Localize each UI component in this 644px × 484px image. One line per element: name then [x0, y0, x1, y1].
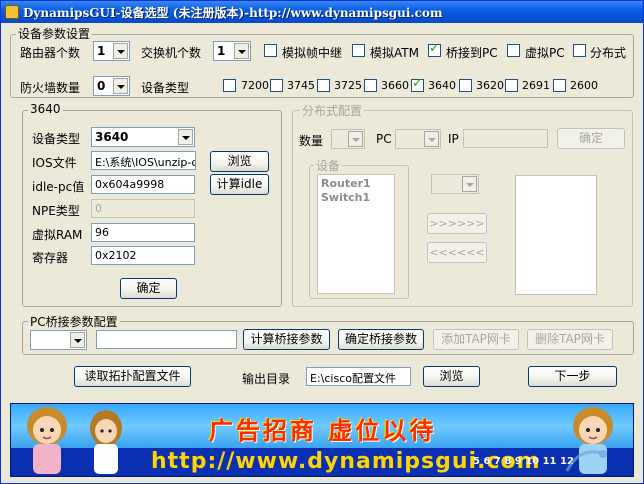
ram-label: 虚拟RAM — [32, 228, 83, 242]
output-dir-label: 输出目录 — [242, 372, 291, 386]
distributed-confirm-button[interactable]: 确定 — [557, 128, 625, 149]
firewall-count-label: 防火墙数量 — [20, 81, 81, 95]
type-2600-label: 2600 — [570, 79, 598, 92]
main-window: DynamipsGUI-设备选型 (未注册版本)-http://www.dyna… — [0, 0, 644, 484]
npe-type-input[interactable]: 0 — [91, 199, 195, 218]
type-3660-label: 3660 — [381, 79, 409, 92]
chevron-down-icon[interactable] — [424, 131, 439, 147]
bridge-title: PC桥接参数配置 — [28, 313, 120, 330]
calc-idle-button[interactable]: 计算idle — [210, 174, 269, 195]
frame-relay-label: 模拟帧中继 — [282, 46, 343, 60]
register-label: 寄存器 — [32, 251, 69, 265]
frame-relay-checkbox[interactable] — [264, 44, 277, 57]
output-dir-input[interactable]: E:\cisco配置文件 — [306, 367, 411, 386]
npe-type-label: NPE类型 — [32, 204, 80, 218]
window-title: DynamipsGUI-设备选型 (未注册版本)-http://www.dyna… — [23, 6, 443, 20]
devices-list[interactable]: Router1 Switch1 — [317, 174, 395, 294]
ad-banner[interactable]: 广告招商 虚位以待 http://www.dynamipsgui.com 5 6… — [10, 403, 634, 477]
add-tap-button[interactable]: 添加TAP网卡 — [433, 329, 519, 350]
type-3660-checkbox[interactable] — [364, 79, 377, 92]
calc-bridge-button[interactable]: 计算桥接参数 — [243, 329, 330, 350]
type-3725-checkbox[interactable] — [317, 79, 330, 92]
distributed-title: 分布式配置 — [300, 102, 365, 119]
virtual-pc-checkbox[interactable] — [507, 44, 520, 57]
ios-browse-button[interactable]: 浏览 — [210, 151, 269, 172]
virtual-pc-label: 虚拟PC — [525, 46, 565, 60]
chevron-down-icon[interactable] — [234, 43, 249, 59]
model-panel-title: 3640 — [28, 102, 63, 116]
type-7200-label: 7200 — [241, 79, 269, 92]
distributed-target-select[interactable] — [431, 174, 479, 194]
type-3725-label: 3725 — [334, 79, 362, 92]
chevron-down-icon[interactable] — [348, 131, 363, 147]
move-right-button[interactable]: >>>>>> — [427, 213, 487, 234]
list-item[interactable]: Switch1 — [318, 191, 394, 205]
atm-label: 模拟ATM — [370, 46, 419, 60]
ios-file-label: IOS文件 — [32, 156, 77, 170]
model-confirm-button[interactable]: 确定 — [120, 278, 177, 299]
bridge-adapter-select[interactable] — [30, 330, 87, 350]
router-count-select[interactable]: 1 — [93, 41, 130, 61]
type-2600-checkbox[interactable] — [553, 79, 566, 92]
type-3745-checkbox[interactable] — [270, 79, 283, 92]
chevron-down-icon[interactable] — [113, 43, 128, 59]
router-count-label: 路由器个数 — [20, 46, 81, 60]
chevron-down-icon[interactable] — [70, 332, 85, 348]
output-browse-button[interactable]: 浏览 — [423, 366, 480, 387]
device-type-label: 设备类型 — [141, 81, 190, 95]
type-2691-checkbox[interactable] — [505, 79, 518, 92]
girl-image-left-2 — [90, 410, 122, 474]
device-params-title: 设备参数设置 — [16, 25, 93, 42]
distributed-ip-input[interactable] — [463, 129, 548, 148]
bridge-pc-checkbox[interactable] — [428, 41, 441, 57]
type-3620-label: 3620 — [476, 79, 504, 92]
bridge-pc-label: 桥接到PC — [446, 46, 498, 60]
banner-ad-text: 广告招商 虚位以待 — [209, 417, 437, 445]
move-left-button[interactable]: <<<<<< — [427, 242, 487, 263]
type-3745-label: 3745 — [287, 79, 315, 92]
register-input[interactable]: 0x2102 — [91, 246, 195, 265]
type-3640-label: 3640 — [428, 79, 456, 92]
delete-tap-button[interactable]: 删除TAP网卡 — [527, 329, 613, 350]
chevron-down-icon[interactable] — [462, 176, 477, 192]
switch-count-select[interactable]: 1 — [213, 41, 251, 61]
distributed-target-list[interactable] — [515, 175, 597, 295]
atm-checkbox[interactable] — [352, 44, 365, 57]
chevron-down-icon[interactable] — [178, 129, 193, 145]
list-item[interactable]: Router1 — [318, 177, 394, 191]
idlepc-label: idle-pc值 — [32, 180, 85, 194]
type-3620-checkbox[interactable] — [459, 79, 472, 92]
router-count-value: 1 — [97, 44, 106, 58]
confirm-bridge-button[interactable]: 确定桥接参数 — [338, 329, 424, 350]
ios-file-input[interactable]: E:\系统\IOS\unzip-c — [91, 151, 196, 170]
bridge-param-input[interactable] — [96, 330, 237, 349]
ram-input[interactable]: 96 — [91, 223, 195, 242]
distributed-ip-label: IP — [448, 132, 459, 146]
type-7200-checkbox[interactable] — [223, 79, 236, 92]
app-icon — [5, 5, 19, 19]
firewall-count-value: 0 — [97, 79, 106, 93]
model-device-type-label: 设备类型 — [32, 132, 81, 146]
firewall-count-select[interactable]: 0 — [93, 76, 130, 96]
switch-count-label: 交换机个数 — [141, 46, 202, 60]
switch-count-value: 1 — [217, 44, 226, 58]
title-bar[interactable]: DynamipsGUI-设备选型 (未注册版本)-http://www.dyna… — [1, 1, 643, 23]
idlepc-input[interactable]: 0x604a9998 — [91, 175, 195, 194]
model-device-type-select[interactable]: 3640 — [91, 127, 195, 147]
read-topology-button[interactable]: 读取拓扑配置文件 — [74, 366, 191, 387]
distributed-pc-label: PC — [376, 132, 392, 146]
distributed-count-label: 数量 — [299, 134, 324, 148]
model-device-type-value: 3640 — [95, 130, 129, 144]
distributed-label: 分布式 — [590, 46, 627, 60]
devices-title: 设备 — [314, 157, 343, 174]
distributed-count-select[interactable] — [331, 129, 365, 149]
next-button[interactable]: 下一步 — [528, 366, 617, 387]
distributed-pc-select[interactable] — [395, 129, 441, 149]
type-2691-label: 2691 — [522, 79, 550, 92]
chevron-down-icon[interactable] — [113, 78, 128, 94]
girl-image-left — [27, 407, 67, 474]
type-3640-checkbox[interactable] — [411, 76, 424, 92]
watermark-logo — [565, 450, 607, 472]
distributed-checkbox[interactable] — [573, 44, 586, 57]
